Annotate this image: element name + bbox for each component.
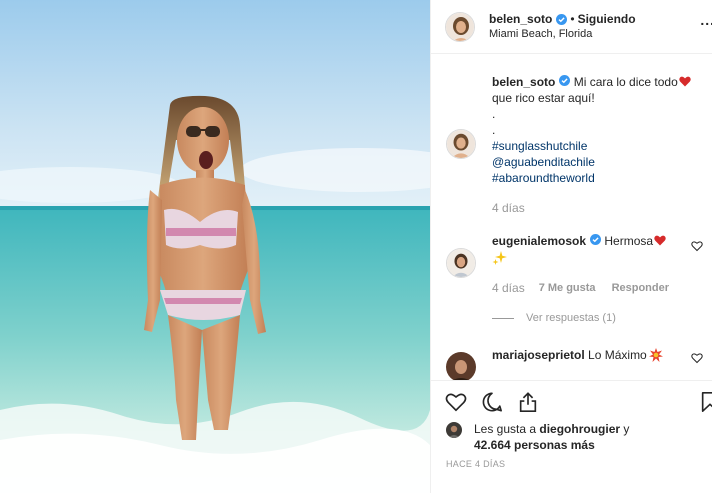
view-replies-label: Ver respuestas (1) [526,312,616,324]
caption-line-2: que rico estar aquí! [492,91,595,105]
comment-like-heart-icon[interactable] [691,240,703,252]
likes-summary: Les gusta a diegohrougier y 42.664 perso… [446,421,629,453]
comment-like-heart-icon[interactable] [691,352,703,364]
heart-outline-icon[interactable] [445,391,467,413]
likes-suffix: y [620,422,630,436]
comment-icon[interactable] [481,391,503,413]
post-header: belen_soto • Siguiendo Miami Beach, Flor… [431,0,712,54]
hashtag-link[interactable]: #sunglasshutchile [492,138,707,154]
caption-dot: . [492,107,496,121]
avatar-mariajoseprietol [446,352,476,380]
avatar[interactable] [445,11,475,42]
red-heart-emoji-icon [679,76,691,87]
commenter-avatar[interactable] [446,248,476,278]
avatar-diegohrougier [446,422,462,438]
caption-timestamp[interactable]: 4 días [492,201,525,215]
verified-icon [556,13,568,25]
following-button[interactable]: Siguiendo [578,12,636,26]
comment-username[interactable]: mariajoseprietol [492,348,585,362]
beach-photo-illustration [0,0,430,493]
post-side-panel: belen_soto • Siguiendo Miami Beach, Flor… [430,0,712,493]
avatar-belen-soto [446,12,474,41]
caption-dot: . [492,123,496,137]
replies-divider [492,317,514,319]
comments-list: belen_soto Mi cara lo dice todo que rico… [431,55,712,380]
post-actions: Les gusta a diegohrougier y 42.664 perso… [431,380,712,493]
verified-icon [590,234,602,245]
mention-link[interactable]: @aguabenditachile [492,154,707,170]
likes-text: Les gusta a diegohrougier y 42.664 perso… [474,421,629,453]
bookmark-icon[interactable] [699,391,712,413]
comment-username[interactable]: eugenialemosok [492,234,586,248]
likes-count-button[interactable]: 42.664 personas más [474,438,595,452]
avatar-belen-soto [447,130,475,158]
collision-emoji-icon [648,348,663,362]
comment-meta: 4 días 7 Me gusta Responder [492,281,669,295]
share-icon[interactable] [517,391,539,413]
comment-likes-count[interactable]: 7 Me gusta [539,282,596,294]
view-replies-button[interactable]: Ver respuestas (1) [492,312,616,324]
more-options-icon[interactable]: ... [700,12,712,28]
comment: mariajoseprietol Lo Máximo [492,348,663,362]
username-link[interactable]: belen_soto [489,12,552,26]
hashtag-link[interactable]: #abaroundtheworld [492,170,707,186]
instagram-post: belen_soto • Siguiendo Miami Beach, Flor… [0,0,712,493]
comment-text: Lo Máximo [588,348,647,362]
sparkles-emoji-icon [492,250,508,266]
header-row: belen_soto • Siguiendo [489,12,636,26]
liker-username[interactable]: diegohrougier [539,422,620,436]
likes-prefix: Les gusta a [474,422,540,436]
header-meta: belen_soto • Siguiendo Miami Beach, Flor… [489,12,636,41]
comment: eugenialemosok Hermosa [492,233,666,249]
caption-text: Mi cara lo dice todo [573,75,678,89]
post-photo[interactable] [0,0,430,493]
caption: belen_soto Mi cara lo dice todo que rico… [492,74,707,186]
verified-icon [559,75,571,86]
avatar-eugenialemosok [447,249,475,277]
caption-avatar[interactable] [446,129,476,159]
comment-text: Hermosa [604,234,654,248]
separator-dot: • [570,12,575,26]
red-heart-emoji-icon [654,235,666,246]
liker-avatar[interactable] [446,422,462,438]
location-link[interactable]: Miami Beach, Florida [489,27,636,41]
reply-button[interactable]: Responder [612,282,669,294]
post-timestamp[interactable]: HACE 4 DÍAS [446,459,505,469]
caption-username[interactable]: belen_soto [492,75,555,89]
commenter-avatar[interactable] [446,352,476,380]
caption-line-1: belen_soto Mi cara lo dice todo [492,74,707,90]
comment-timestamp[interactable]: 4 días [492,281,525,295]
